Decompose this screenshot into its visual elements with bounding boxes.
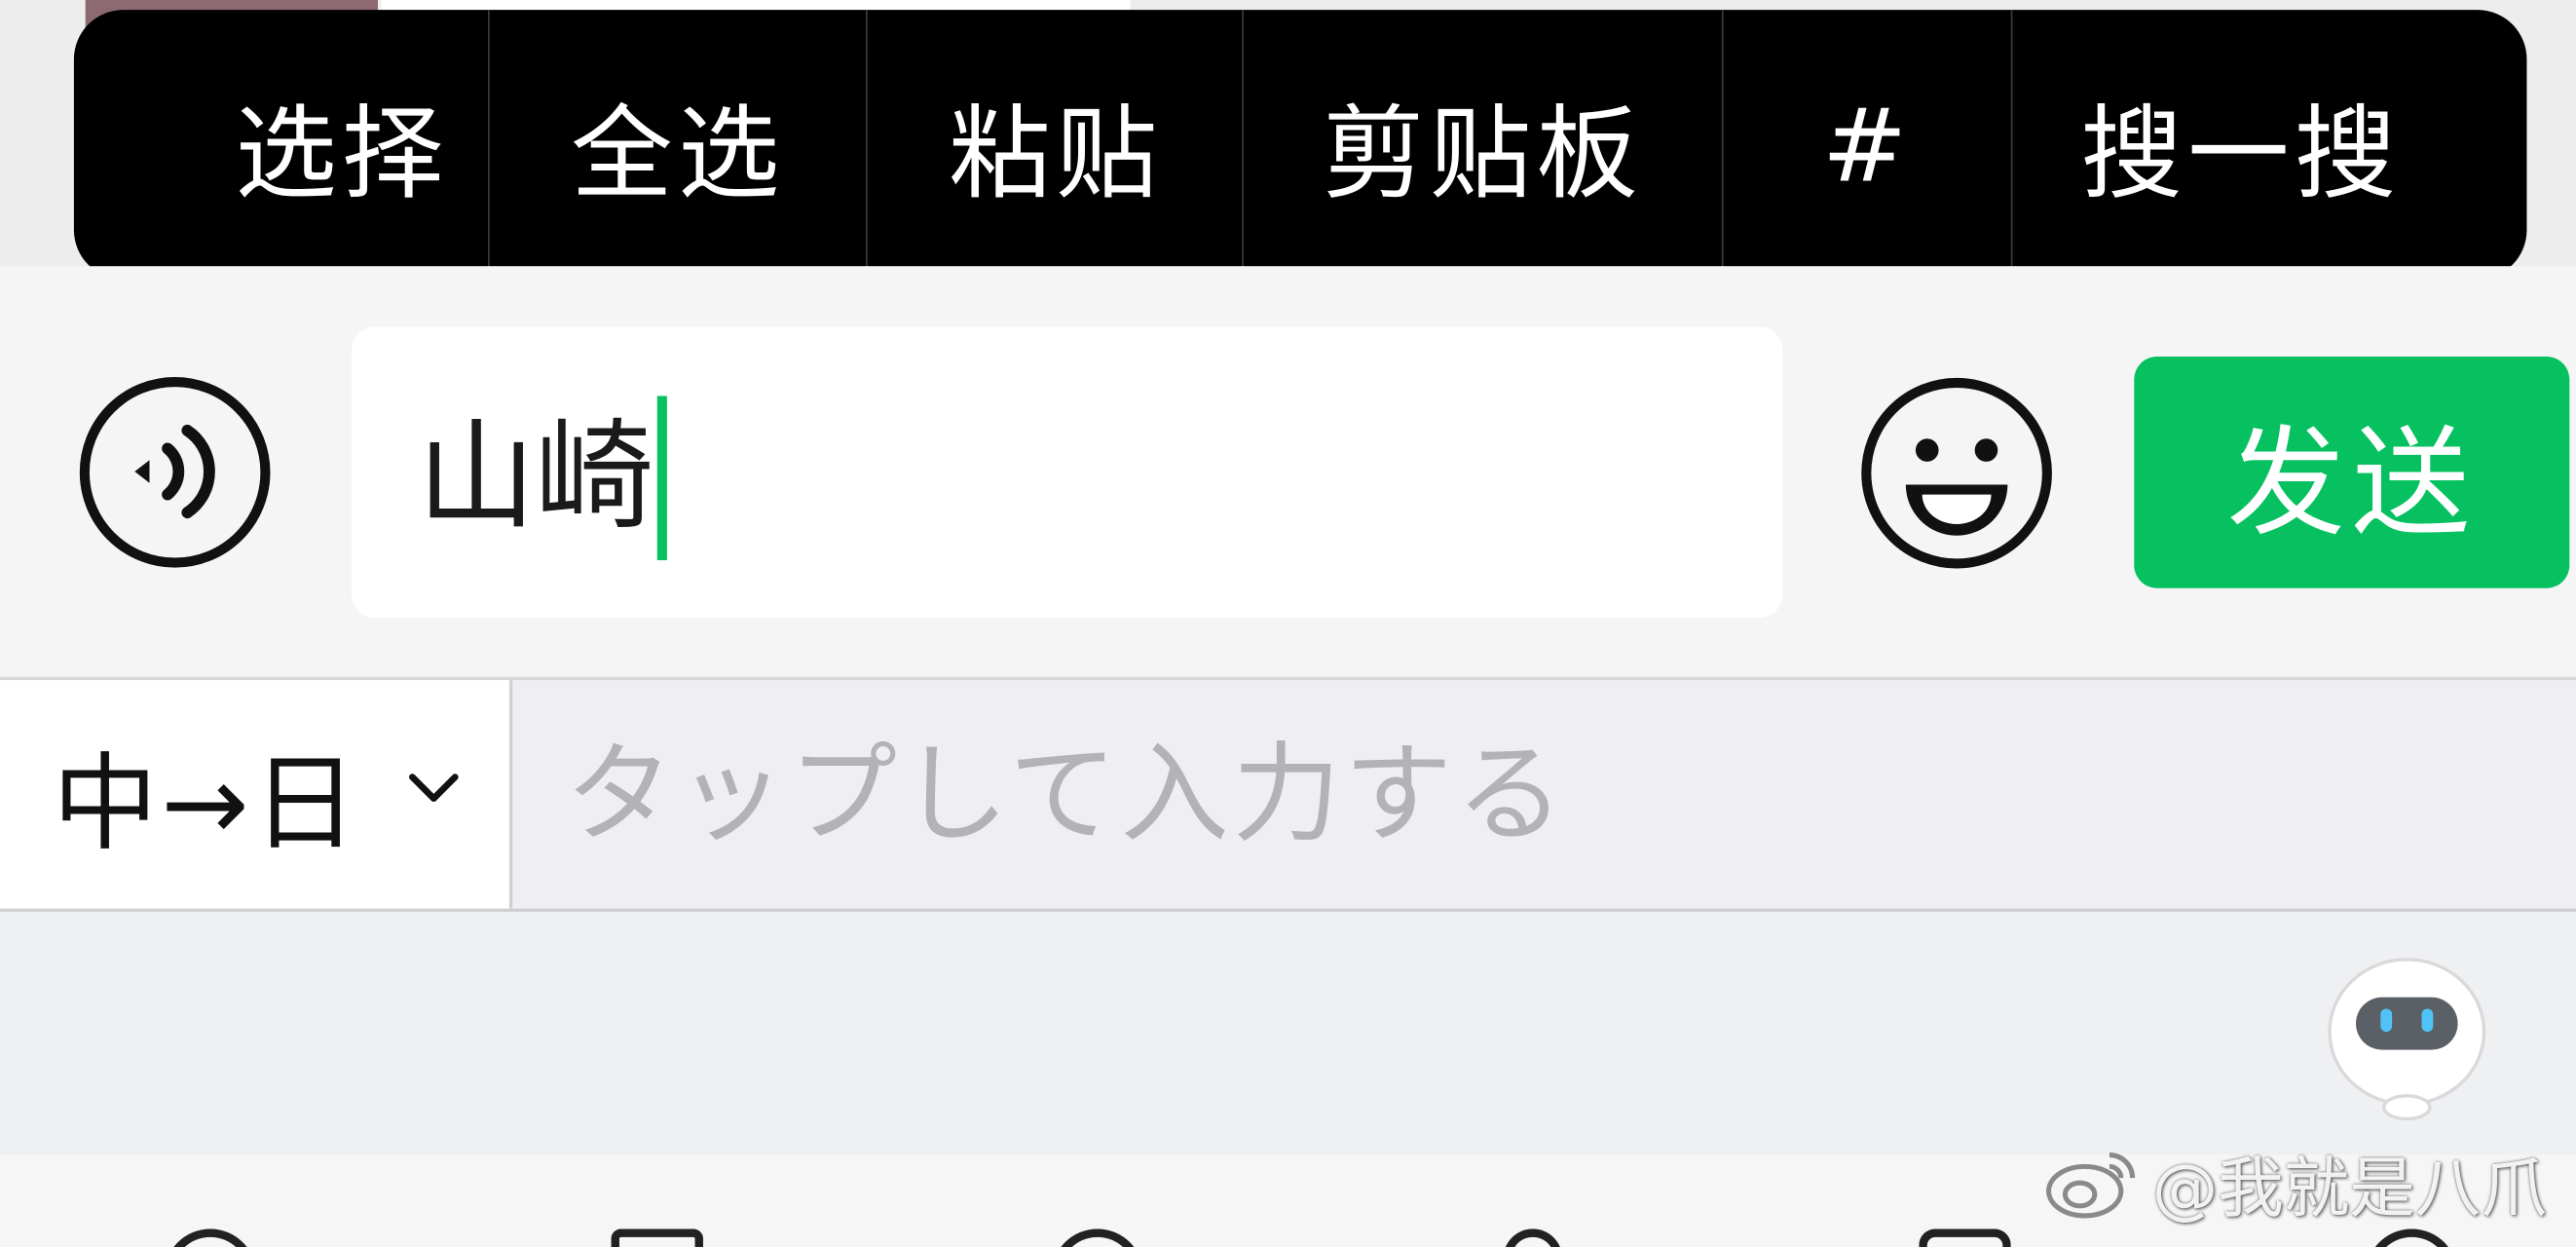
weibo-logo-icon [2046, 1153, 2136, 1219]
keyboard-toolbar [0, 911, 2576, 1155]
language-pair-select[interactable]: 中→日 [0, 680, 513, 909]
menu-item-clipboard[interactable]: 剪贴板 [1244, 10, 1722, 280]
keyboard-key-icon[interactable] [611, 1228, 703, 1247]
emoji-icon[interactable] [1860, 376, 2054, 570]
menu-item-paste[interactable]: 粘贴 [868, 10, 1244, 280]
translation-input[interactable]: タップして入力する [565, 680, 1567, 908]
message-text-value: 山崎 [417, 407, 654, 546]
keyboard-key-icon[interactable] [1919, 1228, 2011, 1247]
menu-item-search[interactable]: 搜一搜 [2012, 10, 2469, 280]
chevron-down-icon [409, 774, 459, 802]
text-context-menu: 选择 全选 粘贴 剪贴板 # 搜一搜 [73, 10, 2527, 280]
message-input[interactable]: 山崎 [351, 326, 1783, 619]
message-input-text: 山崎 [417, 397, 667, 561]
chat-message-bubble[interactable] [381, 0, 1131, 11]
language-pair-label: 中→日 [52, 743, 361, 865]
menu-item-hashtag[interactable]: # [1724, 10, 2011, 280]
robot-assistant-icon[interactable] [2327, 956, 2487, 1121]
weibo-watermark: @我就是八爪 [2044, 1134, 2547, 1232]
menu-item-select-all[interactable]: 全选 [490, 10, 866, 280]
text-caret [656, 397, 667, 561]
watermark-text: @我就是八爪 [2151, 1152, 2547, 1228]
menu-item-select[interactable]: 选择 [197, 10, 486, 280]
voice-icon[interactable] [79, 376, 271, 568]
send-button[interactable]: 发送 [2134, 356, 2570, 588]
